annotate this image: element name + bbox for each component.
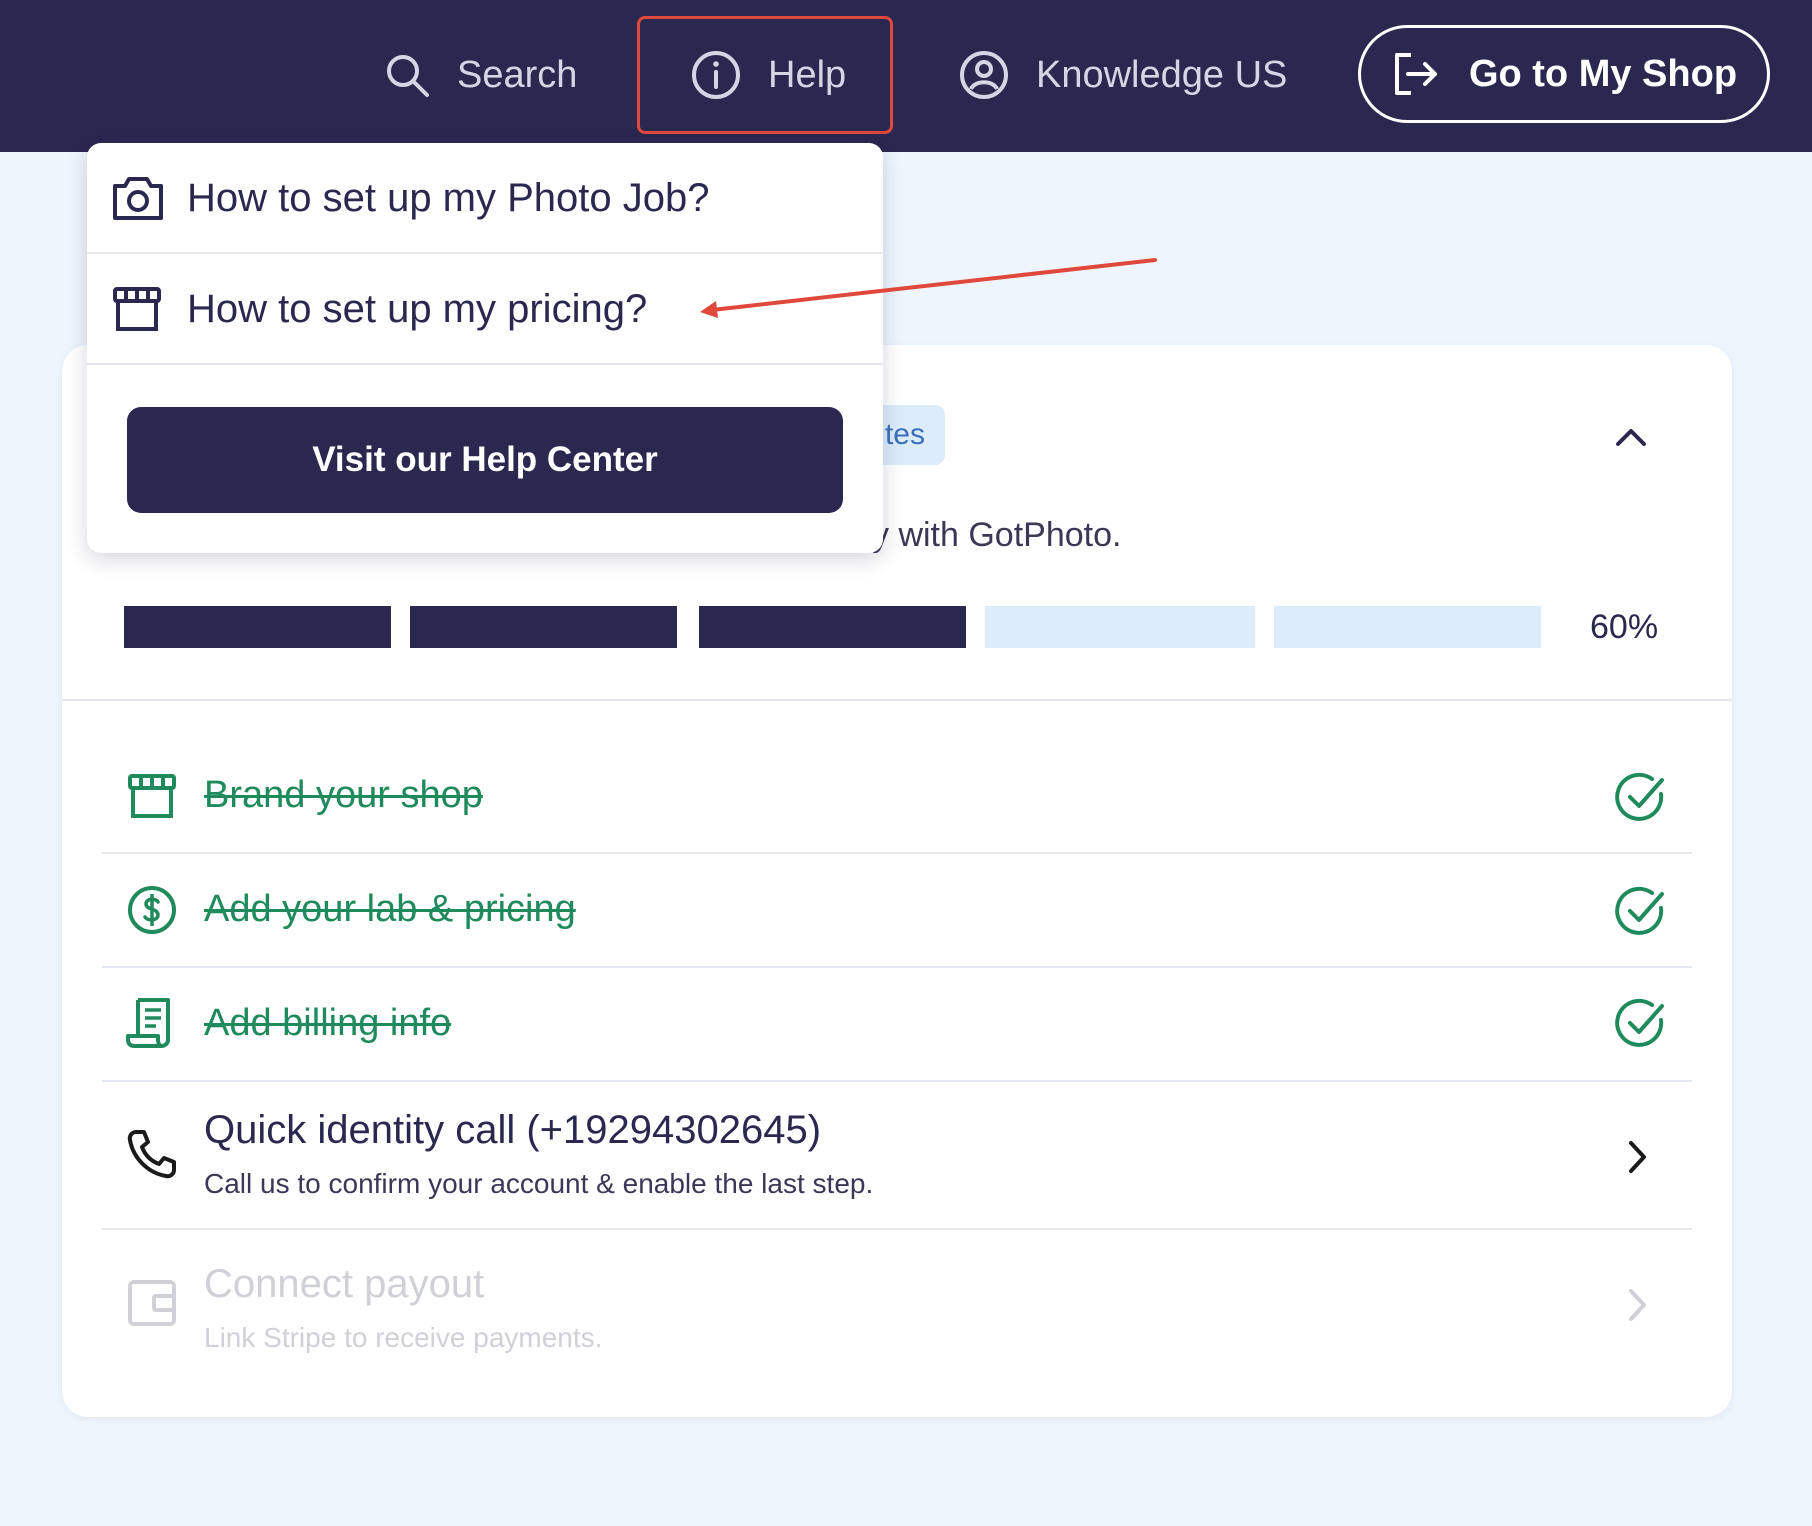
progress-segment [699,606,966,648]
dollar-circle-icon [128,886,176,934]
chevron-right-icon [1629,1289,1646,1321]
account-label: Knowledge US [1036,53,1288,96]
help-center-button[interactable]: Visit our Help Center [127,407,843,513]
progress-segment [410,606,677,648]
user-circle-icon [960,51,1008,99]
progress-segment [1274,606,1541,648]
task-subtitle: Link Stripe to receive payments. [204,1322,603,1353]
storefront-icon [113,287,161,331]
chevron-right-icon [1629,1141,1646,1173]
task-row-identity-call[interactable]: Quick identity call (+19294302645) Call … [102,1082,1692,1228]
exit-arrow-icon [1394,53,1437,95]
task-row-connect-payout: Connect payout Link Stripe to receive pa… [102,1230,1692,1380]
search-label: Search [457,53,578,96]
chevron-up-icon[interactable] [1612,418,1650,456]
receipt-icon [126,998,170,1048]
help-item-pricing[interactable]: How to set up my pricing? [87,254,883,364]
menu-divider [87,363,883,365]
card-divider [62,699,1732,701]
go-to-shop-button[interactable]: Go to My Shop [1358,25,1770,123]
account-nav-item[interactable]: Knowledge US [958,36,1287,114]
help-dropdown-menu: How to set up my Photo Job? How to set u… [87,143,883,553]
progress-segment [124,606,391,648]
phone-icon [127,1130,176,1179]
search-nav-item[interactable]: Search [383,36,577,114]
task-title: Connect payout [204,1262,485,1306]
help-item-label: How to set up my pricing? [187,286,648,331]
check-circle-icon [1615,886,1664,935]
task-title: Quick identity call (+19294302645) [204,1108,822,1152]
help-item-label: How to set up my Photo Job? [187,175,710,220]
onboarding-subtitle: y with GotPhoto. [872,516,1122,554]
check-circle-icon [1615,772,1664,821]
task-title: Add billing info [204,1002,452,1044]
progress-segment [985,606,1255,648]
task-row-billing[interactable]: Add billing info [102,968,1692,1080]
top-navigation-bar: Search Help Knowledge US Go to My Shop [0,0,1812,152]
check-circle-icon [1615,998,1664,1047]
help-item-photo-job[interactable]: How to set up my Photo Job? [87,143,883,253]
storefront-icon [128,774,176,818]
search-icon [387,55,429,97]
shop-button-label: Go to My Shop [1468,52,1738,95]
task-row-lab-pricing[interactable]: Add your lab & pricing [102,854,1692,966]
task-subtitle: Call us to confirm your account & enable… [204,1168,874,1199]
help-highlight-box [637,16,893,134]
task-row-brand-shop[interactable]: Brand your shop [102,740,1692,852]
camera-icon [113,177,163,220]
progress-percent: 60% [1590,608,1659,646]
task-title: Add your lab & pricing [204,888,576,930]
wallet-icon [128,1280,176,1326]
task-title: Brand your shop [204,774,483,816]
